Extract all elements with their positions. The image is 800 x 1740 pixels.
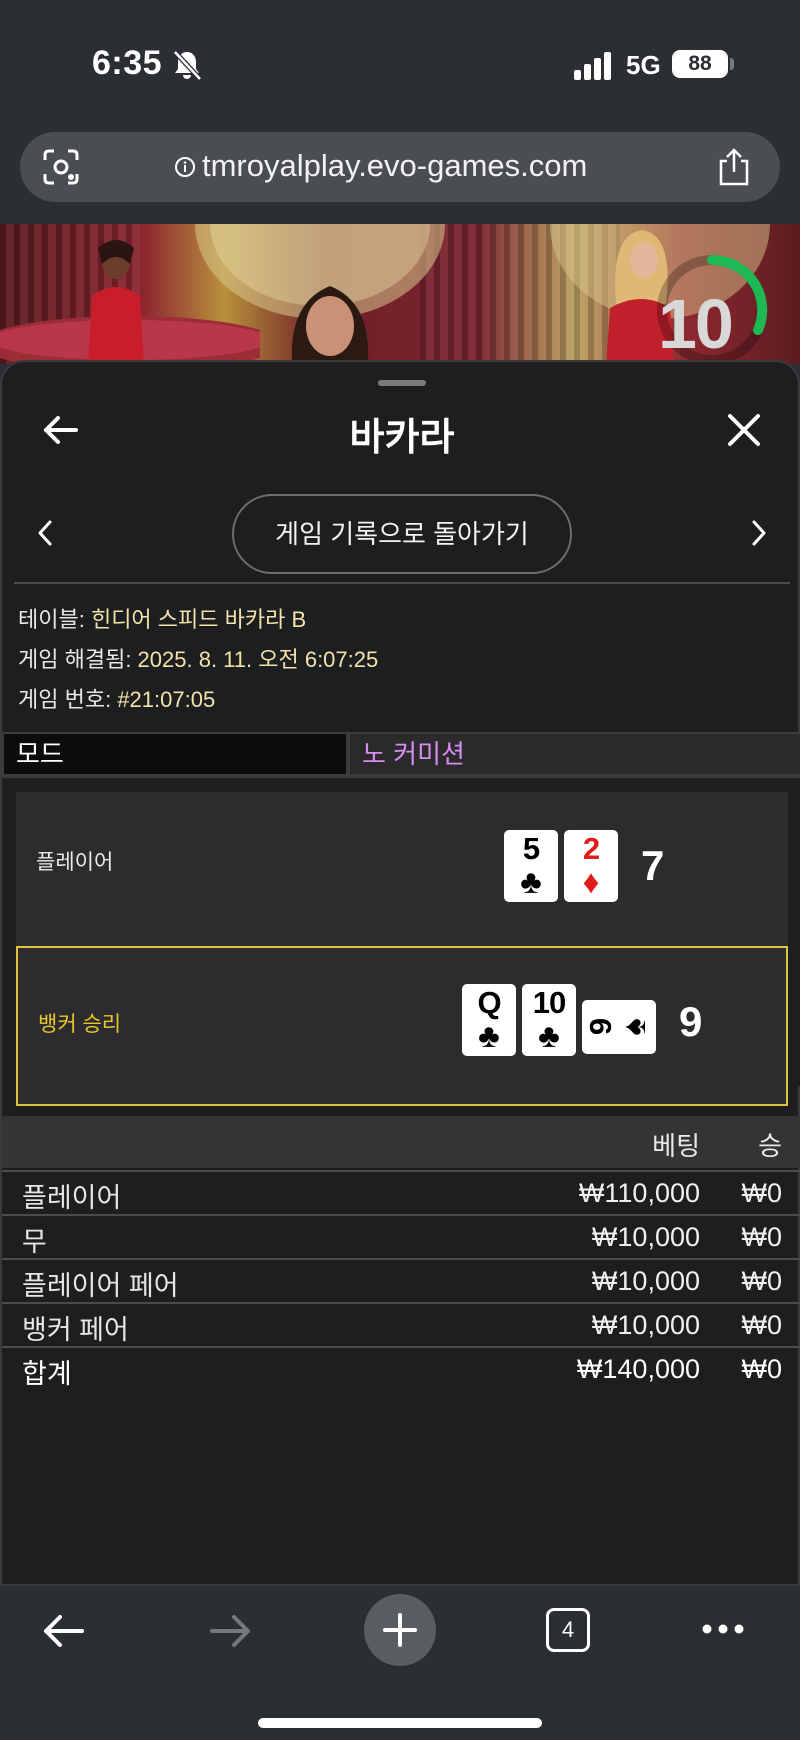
- player-hand: 플레이어 5 ♣ 2 ♦ 7: [16, 792, 788, 948]
- forward-icon[interactable]: [208, 1608, 254, 1654]
- bet-column-header: 베팅: [652, 1131, 700, 1161]
- game-number-value: #21:07:05: [117, 687, 216, 712]
- bet-win: ₩0: [741, 1266, 783, 1296]
- player-label: 플레이어: [36, 851, 114, 874]
- bet-name: 플레이어 페어: [22, 1271, 179, 1301]
- bet-win: ₩0: [741, 1222, 783, 1252]
- card-face: 9 ♠: [582, 1000, 656, 1054]
- bet-amount: ₩110,000: [578, 1178, 700, 1208]
- resolved-value: 2025. 8. 11. 오전 6:07:25: [137, 647, 379, 672]
- table-value: 힌디어 스피드 바카라 B: [90, 607, 307, 632]
- address-bar[interactable]: tmroyalplay.evo-games.com: [20, 132, 780, 202]
- banker-score: 9: [679, 998, 703, 1045]
- playing-card: Q ♣: [462, 984, 516, 1056]
- card-rank: 9: [583, 1018, 618, 1036]
- banker-hand: 뱅커 승리 Q ♣ 10 ♣ 9 ♠ 9: [16, 946, 788, 1106]
- bet-name: 뱅커 페어: [22, 1315, 129, 1345]
- chevron-right-icon[interactable]: [748, 518, 770, 548]
- card-rank: Q: [477, 985, 501, 1020]
- plus-icon: [383, 1613, 417, 1647]
- mode-row: 모드 노 커미션: [2, 732, 800, 776]
- game-detail-sheet: 바카라 게임 기록으로 돌아가기 테이블: 힌디어 스피드 바카라 B 게임 해…: [0, 360, 800, 1586]
- signal-icon: [574, 52, 611, 80]
- back-icon[interactable]: [40, 1608, 86, 1654]
- sheet-grabber[interactable]: [378, 380, 426, 386]
- share-icon[interactable]: [714, 146, 754, 188]
- new-tab-button[interactable]: [364, 1594, 436, 1666]
- club-icon: ♣: [520, 863, 542, 900]
- playing-card: 5 ♣: [504, 830, 558, 902]
- info-icon[interactable]: [174, 156, 196, 178]
- player-score: 7: [641, 842, 665, 889]
- bell-slash-icon: [173, 50, 202, 81]
- close-icon[interactable]: [724, 410, 764, 450]
- mode-label: 모드: [2, 732, 348, 776]
- playing-card: 2 ♦: [564, 830, 618, 902]
- browser-toolbar: 4: [0, 1586, 800, 1740]
- total-amount: ₩140,000: [576, 1354, 700, 1384]
- playing-card-sideways: 9 ♠: [582, 1000, 656, 1054]
- lens-icon[interactable]: [42, 148, 80, 186]
- bet-amount: ₩10,000: [591, 1266, 700, 1296]
- game-number-info: 게임 번호: #21:07:05: [18, 682, 215, 714]
- win-column-header: 승: [758, 1131, 782, 1161]
- spade-icon: ♠: [615, 1018, 652, 1036]
- dealer-left: [88, 240, 144, 364]
- bet-win: ₩0: [741, 1178, 783, 1208]
- resolved-label: 게임 해결됨:: [18, 647, 138, 672]
- network-type: 5G: [626, 50, 661, 80]
- url-text[interactable]: tmroyalplay.evo-games.com: [202, 148, 587, 184]
- round-timer: 10: [658, 285, 734, 363]
- banker-label: 뱅커 승리: [38, 1013, 122, 1036]
- result-panel: 플레이어 5 ♣ 2 ♦ 7 뱅커 승리 Q ♣ 10 ♣ 9 ♠ 9: [2, 776, 800, 1106]
- table-label: 테이블:: [18, 607, 91, 632]
- club-icon: ♣: [478, 1017, 500, 1054]
- bet-amount: ₩10,000: [591, 1222, 700, 1252]
- bet-name: 플레이어: [22, 1183, 122, 1213]
- bet-amount: ₩10,000: [591, 1310, 700, 1340]
- table-info: 테이블: 힌디어 스피드 바카라 B: [18, 602, 306, 634]
- playing-card: 10 ♣: [522, 984, 576, 1056]
- dealer-center: [291, 286, 369, 364]
- status-bar: 6:35 5G 88: [0, 0, 800, 130]
- total-row: 합계 ₩140,000 ₩0: [2, 1346, 800, 1390]
- total-win: ₩0: [741, 1354, 783, 1384]
- tab-switcher-button[interactable]: 4: [546, 1608, 590, 1652]
- resolved-info: 게임 해결됨: 2025. 8. 11. 오전 6:07:25: [18, 642, 378, 674]
- ellipsis-icon[interactable]: [700, 1622, 746, 1636]
- table-row: 플레이어 ₩110,000 ₩0: [2, 1170, 800, 1214]
- table-row: 뱅커 페어 ₩10,000 ₩0: [2, 1302, 800, 1346]
- home-indicator[interactable]: [258, 1718, 542, 1728]
- battery-tip: [730, 58, 734, 70]
- game-number-label: 게임 번호:: [18, 687, 118, 712]
- table-row: 플레이어 페어 ₩10,000 ₩0: [2, 1258, 800, 1302]
- card-rank: 2: [582, 831, 600, 866]
- status-time: 6:35: [92, 44, 163, 82]
- battery-icon: 88: [672, 50, 728, 78]
- mode-value: 노 커미션: [348, 732, 800, 776]
- card-rank: 10: [532, 985, 566, 1020]
- back-to-history-button[interactable]: 게임 기록으로 돌아가기: [232, 494, 572, 574]
- divider: [14, 582, 790, 584]
- table-row: 무 ₩10,000 ₩0: [2, 1214, 800, 1258]
- card-rank: 5: [522, 831, 540, 866]
- total-label: 합계: [22, 1359, 72, 1389]
- bet-win: ₩0: [741, 1310, 783, 1340]
- bets-header: 베팅 승: [2, 1116, 800, 1168]
- sheet-title: 바카라: [349, 417, 455, 459]
- bet-name: 무: [22, 1227, 47, 1257]
- chevron-left-icon[interactable]: [34, 518, 56, 548]
- diamond-icon: ♦: [582, 863, 600, 900]
- club-icon: ♣: [538, 1017, 560, 1054]
